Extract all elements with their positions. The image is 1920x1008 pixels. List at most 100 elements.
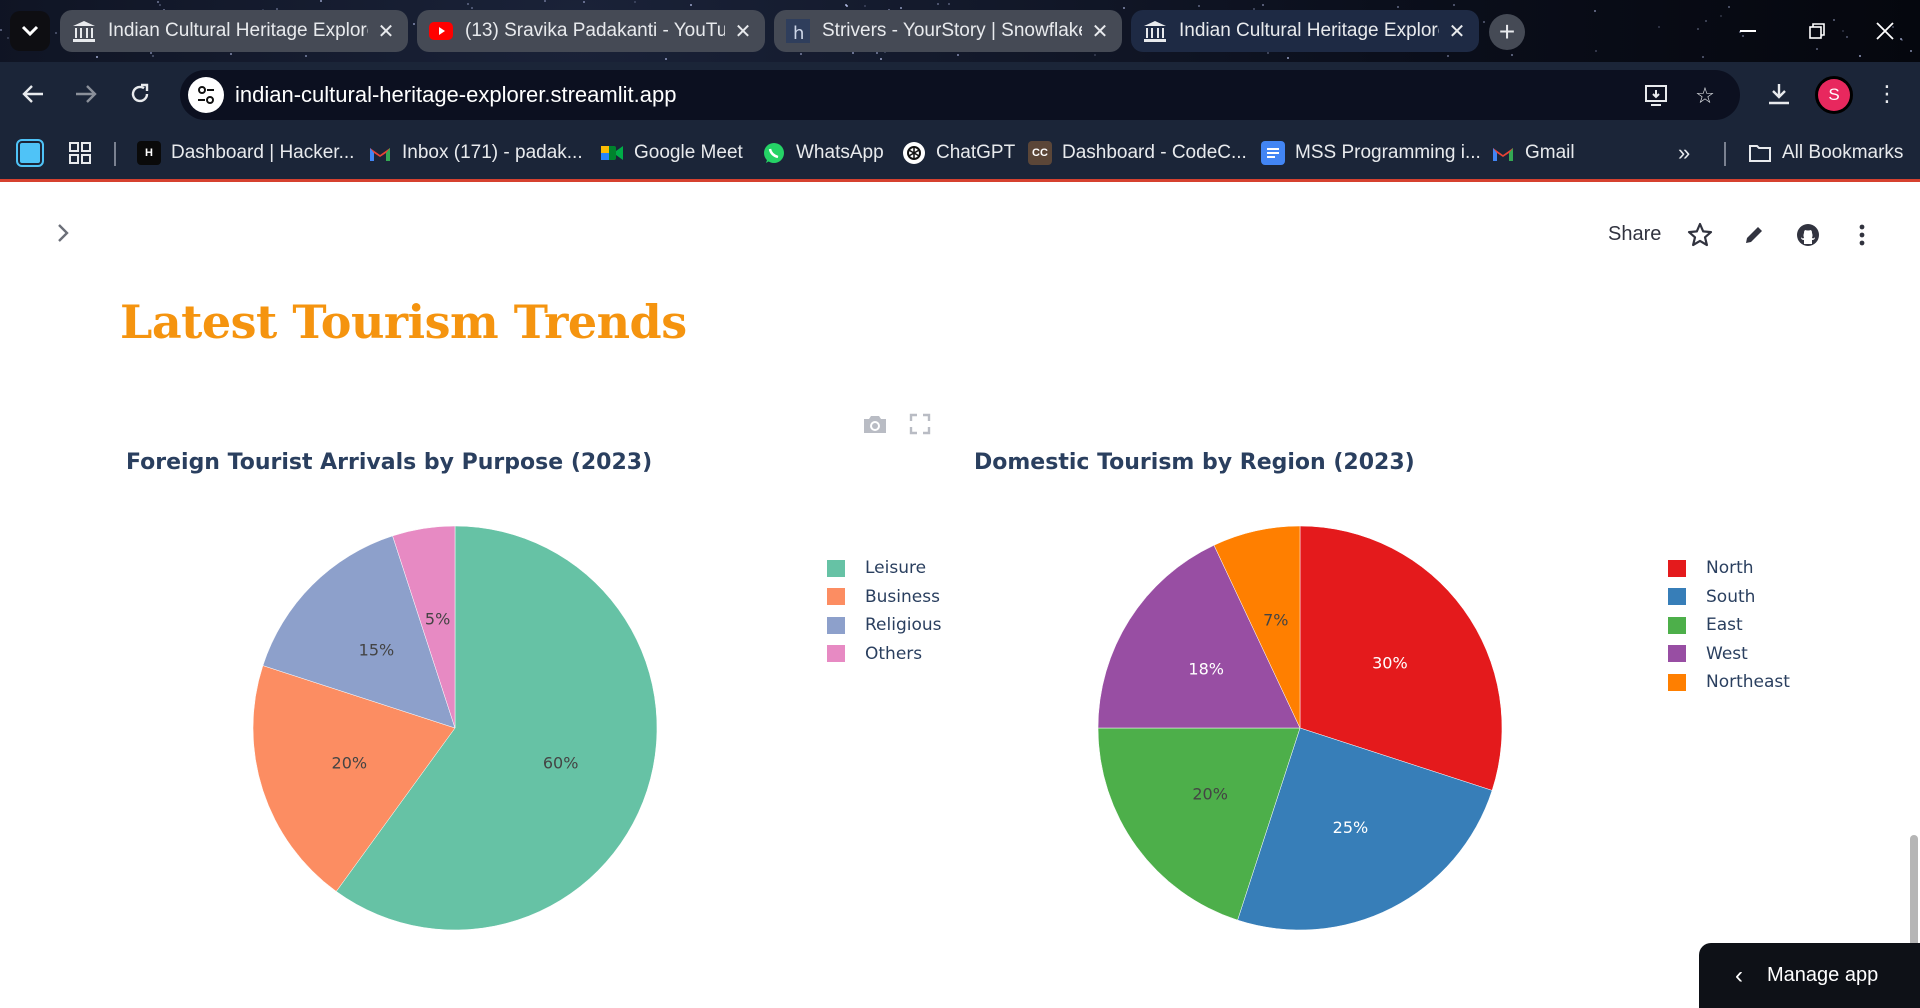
legend-item[interactable]: North (1668, 554, 1790, 583)
reload-button[interactable] (120, 76, 160, 112)
tab-title: (13) Sravika Padakanti - YouTub (465, 20, 725, 41)
star-dot (55, 32, 57, 34)
bookmark-item[interactable]: H Dashboard | Hacker... (137, 138, 354, 168)
divider (1724, 142, 1726, 166)
legend-item[interactable]: West (1668, 640, 1790, 669)
share-button[interactable]: Share (1608, 223, 1661, 246)
legend-label: Religious (865, 615, 942, 636)
browser-tab-active[interactable]: Indian Cultural Heritage Explore ✕ (1131, 10, 1479, 52)
browser-tab[interactable]: (13) Sravika Padakanti - YouTub ✕ (417, 10, 765, 52)
bookmark-item[interactable]: MSS Programming i... (1261, 138, 1481, 168)
legend-item[interactable]: Northeast (1668, 668, 1790, 697)
star-dot (634, 1, 636, 3)
side-panel-button[interactable] (16, 138, 52, 168)
legend-swatch (1668, 645, 1686, 663)
forward-button[interactable] (66, 76, 106, 112)
browser-tab[interactable]: h Strivers - YourStory | Snowflake ✕ (774, 10, 1122, 52)
new-tab-button[interactable]: + (1489, 14, 1525, 50)
chevron-right-icon (58, 224, 69, 242)
bookmark-item[interactable]: CC Dashboard - CodeC... (1028, 138, 1247, 168)
slice-percent-label: 30% (1372, 654, 1408, 673)
legend-label: South (1706, 586, 1756, 607)
star-dot (1816, 48, 1818, 50)
legend-item[interactable]: Leisure (827, 554, 942, 583)
bookmark-item[interactable]: Inbox (171) - padak... (368, 138, 583, 168)
minimize-icon (1740, 30, 1756, 32)
museum-icon (72, 19, 96, 43)
restore-button[interactable] (1794, 14, 1840, 48)
close-icon[interactable]: ✕ (376, 19, 396, 44)
bookmark-item[interactable]: ChatGPT (902, 138, 1015, 168)
slice-percent-label: 25% (1333, 818, 1369, 837)
more-vert-icon[interactable] (1848, 221, 1876, 249)
sidebar-toggle-button[interactable] (50, 220, 76, 246)
tune-icon (198, 86, 214, 104)
url-text[interactable]: indian-cultural-heritage-explorer.stream… (235, 82, 676, 108)
star-dot (230, 53, 232, 55)
star-dot (1262, 4, 1264, 6)
arrow-left-icon (22, 85, 43, 103)
star-dot (1198, 5, 1200, 7)
side-panel-icon (16, 139, 44, 167)
close-icon[interactable]: ✕ (1447, 19, 1467, 44)
bookmark-star-icon[interactable]: ☆ (1690, 82, 1720, 110)
legend-item[interactable]: East (1668, 611, 1790, 640)
camera-icon[interactable] (861, 410, 889, 438)
star-dot (467, 3, 469, 5)
star-dot (1595, 50, 1597, 52)
star-dot (690, 4, 692, 6)
star-dot (544, 0, 546, 2)
all-bookmarks-button[interactable]: All Bookmarks (1748, 138, 1903, 168)
youtube-icon (429, 19, 453, 43)
chart-legend: Leisure Business Religious Others (827, 554, 942, 668)
legend-item[interactable]: Religious (827, 611, 942, 640)
github-icon[interactable] (1794, 221, 1822, 249)
profile-avatar[interactable]: S (1815, 76, 1853, 114)
profile-initial: S (1818, 79, 1850, 111)
fullscreen-icon[interactable] (906, 410, 934, 438)
more-vert-icon[interactable]: ⋮ (1872, 80, 1902, 108)
site-info-button[interactable] (188, 77, 224, 113)
manage-app-button[interactable]: ‹ Manage app (1699, 943, 1920, 1008)
svg-text:h: h (793, 23, 804, 43)
reload-icon (131, 83, 149, 103)
star-dot (937, 3, 939, 5)
star-dot (1287, 57, 1289, 59)
legend-swatch (1668, 588, 1686, 606)
chevron-down-icon (21, 25, 39, 37)
star-dot (1397, 6, 1399, 8)
bookmark-item[interactable]: Google Meet (600, 138, 743, 168)
star-dot (876, 52, 878, 54)
bookmark-item[interactable]: Gmail (1491, 138, 1575, 168)
browser-tab[interactable]: Indian Cultural Heritage Explore ✕ (60, 10, 408, 52)
legend-swatch (1668, 559, 1686, 577)
legend-item[interactable]: Business (827, 583, 942, 612)
address-bar[interactable]: indian-cultural-heritage-explorer.stream… (180, 70, 1740, 120)
minimize-button[interactable] (1725, 14, 1771, 48)
star-dot (1697, 28, 1699, 30)
close-icon[interactable]: ✕ (1090, 19, 1110, 44)
star-dot (1910, 50, 1912, 52)
back-button[interactable] (13, 76, 53, 112)
edit-pencil-icon[interactable] (1740, 221, 1768, 249)
star-icon[interactable] (1686, 221, 1714, 249)
star-dot (1453, 4, 1455, 6)
tab-title: Indian Cultural Heritage Explore (1179, 20, 1439, 41)
h-logo-icon: h (786, 19, 810, 43)
slice-percent-label: 15% (359, 640, 395, 659)
restore-icon (1809, 23, 1825, 39)
install-app-icon[interactable] (1642, 82, 1672, 110)
download-icon[interactable] (1764, 80, 1794, 108)
tab-search-button[interactable] (10, 11, 50, 51)
legend-item[interactable]: South (1668, 583, 1790, 612)
star-dot (157, 1, 159, 3)
page-title: Latest Tourism Trends (120, 295, 687, 349)
star-dot (583, 1, 585, 3)
more-bookmarks-button[interactable]: » (1678, 138, 1690, 168)
apps-button[interactable] (68, 138, 92, 168)
bookmark-item[interactable]: WhatsApp (762, 138, 884, 168)
legend-item[interactable]: Others (827, 640, 942, 669)
close-window-button[interactable] (1862, 14, 1908, 48)
legend-label: East (1706, 615, 1743, 636)
close-icon[interactable]: ✕ (733, 19, 753, 44)
